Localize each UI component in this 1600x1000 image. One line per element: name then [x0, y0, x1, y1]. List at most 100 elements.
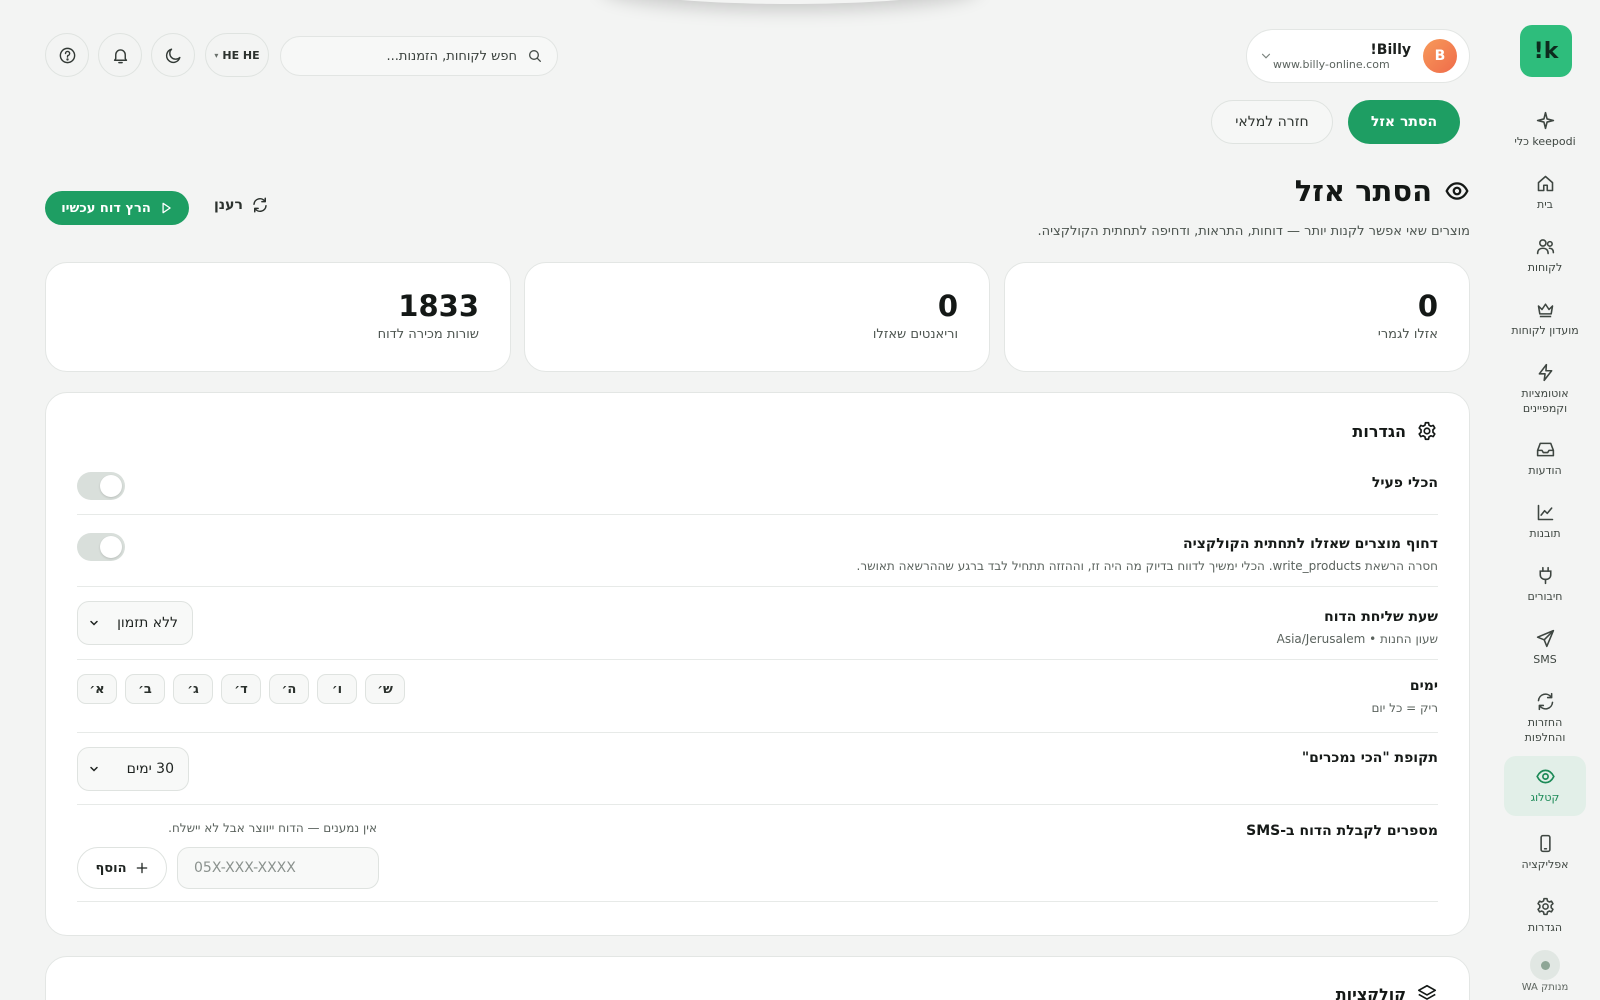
sidebar-item-label: לקוחות: [1527, 261, 1563, 274]
days-picker: א׳ ב׳ ג׳ ד׳ ה׳ ו׳ ש׳: [77, 674, 405, 704]
stat-label: שורות מכירה לדוח: [377, 327, 479, 342]
help-icon: [59, 47, 75, 63]
plug-icon: [1538, 566, 1552, 585]
sidebar-item-label: הגדרות: [1527, 921, 1563, 934]
language-switcher[interactable]: ▾ HE HE: [205, 33, 269, 77]
stat-value: 1833: [398, 289, 479, 323]
wa-status-indicator: [1530, 950, 1560, 980]
bell-icon: [113, 48, 127, 63]
sidebar-item-settings[interactable]: הגדרות: [1504, 886, 1586, 935]
store-switcher[interactable]: B Billy! www.billy-online.com: [1246, 29, 1470, 83]
sidebar-item-label: תובנות: [1529, 527, 1561, 540]
sidebar-item-catalog[interactable]: קטלוג: [1504, 756, 1586, 816]
push-bottom-toggle[interactable]: [77, 533, 125, 561]
sidebar-item-messages[interactable]: הודעות: [1504, 429, 1586, 478]
back-in-stock-button[interactable]: חזרה למלאי: [1211, 100, 1333, 144]
sidebar-item-home[interactable]: בית: [1504, 163, 1586, 212]
dark-mode-button[interactable]: [151, 33, 195, 77]
day-option-tue[interactable]: ג׳: [173, 674, 213, 704]
sidebar-item-label: SMS: [1533, 653, 1557, 666]
day-option-thu[interactable]: ה׳: [269, 674, 309, 704]
sidebar-item-returns[interactable]: החזרות והחלפות: [1504, 681, 1586, 745]
app-logo[interactable]: !k: [1520, 25, 1572, 77]
day-option-mon[interactable]: ב׳: [125, 674, 165, 704]
search-icon: [529, 50, 541, 62]
sidebar-item-insights[interactable]: תובנות: [1504, 492, 1586, 541]
sidebar-item-keepodi-tools[interactable]: keepodi כלי: [1504, 100, 1586, 149]
search-box[interactable]: [280, 36, 558, 76]
notifications-button[interactable]: [98, 33, 142, 77]
help-button[interactable]: [45, 33, 89, 77]
send-time-select[interactable]: ללא תזמון: [77, 601, 193, 645]
plus-icon: [136, 862, 147, 874]
day-option-sun[interactable]: א׳: [77, 674, 117, 704]
sidebar-item-sms[interactable]: SMS: [1504, 618, 1586, 667]
setting-title: מספרים לקבלת הדוח ב-SMS: [1246, 823, 1438, 839]
run-report-label: הרץ דוח עכשיו: [61, 200, 151, 216]
setting-desc: שעון החנות • Asia/Jerusalem: [1276, 632, 1438, 646]
settings-card: הגדרות הכלי פעיל דחוף מוצרים שאזלו לתחתי…: [45, 392, 1470, 936]
day-option-sat[interactable]: ש׳: [365, 674, 405, 704]
caret-icon: ▾: [214, 50, 219, 60]
collections-card: קולקציות: [45, 956, 1470, 1000]
sidebar-item-customers[interactable]: לקוחות: [1504, 226, 1586, 275]
play-icon: [162, 202, 171, 214]
page-subtitle: מוצרים שאי אפשר לקנות יותר — דוחות, התרא…: [1037, 224, 1471, 239]
refresh-label: רענן: [214, 197, 243, 213]
top-shadow: [600, 0, 980, 4]
day-option-wed[interactable]: ד׳: [221, 674, 261, 704]
collections-header: קולקציות: [1336, 983, 1438, 1000]
setting-row-tool-active: הכלי פעיל: [77, 457, 1438, 515]
language-label: HE HE: [222, 48, 260, 62]
eye-icon: [1535, 769, 1555, 784]
settings-title: הגדרות: [1352, 421, 1406, 441]
stat-value: 0: [937, 289, 958, 323]
run-report-button[interactable]: הרץ דוח עכשיו: [45, 191, 189, 225]
sparkle-icon: [1536, 111, 1554, 130]
wa-status[interactable]: WA מנותק: [1514, 950, 1576, 993]
day-option-fri[interactable]: ו׳: [317, 674, 357, 704]
hide-sold-out-button[interactable]: הסתר אזל: [1348, 100, 1460, 144]
sidebar-item-label: אוטומציות וקמפיינים: [1521, 387, 1569, 415]
setting-title: הכלי פעיל: [1371, 475, 1438, 491]
setting-desc: ריק = כל יום: [1371, 701, 1438, 715]
inbox-icon: [1536, 442, 1554, 457]
select-value: 30 ימים: [126, 761, 174, 777]
setting-title: דחוף מוצרים שאזלו לתחתית הקולקציה: [1183, 536, 1438, 552]
layers-icon: [1417, 984, 1437, 1000]
setting-title: תקופת "הכי נמכרים": [1301, 750, 1438, 766]
refresh-icon: [253, 197, 267, 213]
setting-row-period: תקופת "הכי נמכרים" 30 ימים: [77, 733, 1438, 805]
tool-active-toggle[interactable]: [77, 472, 125, 500]
sidebar-item-integrations[interactable]: חיבורים: [1504, 555, 1586, 604]
phone-icon: [1539, 834, 1551, 853]
add-phone-label: הוסף: [95, 860, 127, 876]
search-input[interactable]: [295, 48, 517, 64]
store-info: Billy! www.billy-online.com: [1273, 42, 1411, 71]
setting-title: ימים: [1409, 678, 1438, 694]
stat-value: 0: [1417, 289, 1438, 323]
setting-desc: חסרה הרשאת write_products. הכלי ימשיך לד…: [856, 559, 1439, 573]
eye-icon: [1445, 182, 1469, 200]
sidebar-item-loyalty-club[interactable]: מועדון לקוחות: [1504, 289, 1586, 338]
sidebar-item-label: אפליקציה: [1521, 858, 1569, 871]
page-title: הסתר אזל: [1295, 174, 1470, 208]
sidebar-item-label: הודעות: [1528, 464, 1562, 477]
add-phone-button[interactable]: הוסף: [77, 847, 167, 889]
sidebar: !k keepodi כלי בית לקוחות מועדון לקוחות …: [1490, 0, 1600, 1000]
period-select[interactable]: 30 ימים: [77, 747, 189, 791]
chevron-down-icon: [90, 766, 98, 772]
avatar: B: [1423, 39, 1457, 73]
crown-icon: [1537, 303, 1553, 318]
stat-card-sales-rows: 1833 שורות מכירה לדוח: [45, 262, 511, 372]
phone-number-input[interactable]: [177, 847, 379, 889]
refresh-button[interactable]: רענן: [214, 196, 269, 214]
wa-status-label: WA מנותק: [1521, 982, 1569, 993]
sidebar-item-app[interactable]: אפליקציה: [1504, 823, 1586, 872]
chevron-down-icon: [1261, 53, 1271, 59]
gear-icon: [1418, 421, 1436, 441]
collections-title: קולקציות: [1335, 984, 1406, 1000]
sidebar-item-label: מועדון לקוחות: [1511, 324, 1579, 337]
setting-row-sms: מספרים לקבלת הדוח ב-SMS אין נמענים — הדו…: [77, 805, 1438, 902]
sidebar-item-automations[interactable]: אוטומציות וקמפיינים: [1504, 352, 1586, 416]
